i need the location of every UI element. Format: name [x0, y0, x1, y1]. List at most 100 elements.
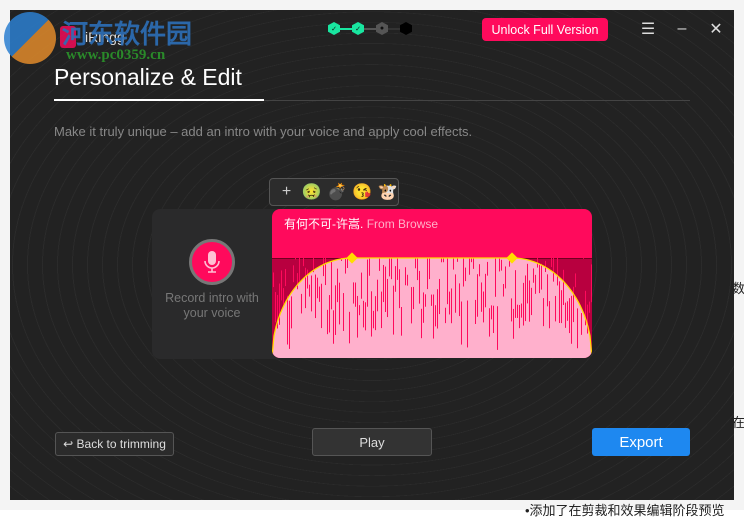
waveform-bar	[425, 294, 426, 307]
waveform-bar	[283, 288, 284, 305]
waveform-bar	[499, 231, 500, 272]
waveform-bar	[517, 304, 518, 318]
waveform-bar	[513, 308, 514, 339]
effect-nauseated-face-icon[interactable]: 🤢	[301, 182, 322, 202]
add-effect-button[interactable]: +	[276, 183, 297, 201]
waveform-bar	[559, 281, 560, 323]
waveform-bar	[399, 269, 400, 309]
waveform-bar	[287, 295, 288, 345]
export-button[interactable]: Export	[592, 428, 690, 456]
waveform-bar	[491, 305, 492, 320]
waveform-bar	[353, 282, 354, 304]
waveform-bar	[511, 298, 512, 322]
waveform-bar	[387, 278, 388, 318]
step-done-icon: ✓	[352, 22, 364, 35]
waveform-bar	[501, 259, 502, 271]
waveform-bar	[299, 256, 300, 281]
waveform-bar	[583, 247, 584, 259]
waveform-bar	[325, 252, 326, 286]
waveform-bar	[553, 234, 554, 282]
divider	[264, 100, 690, 101]
close-icon[interactable]: ✕	[706, 19, 726, 39]
waveform-bar	[355, 282, 356, 307]
waveform-bar	[357, 295, 358, 338]
waveform-bar	[431, 294, 432, 306]
waveform-bar	[315, 274, 316, 319]
unlock-full-version-button[interactable]: Unlock Full Version	[482, 18, 608, 41]
waveform-bar	[519, 304, 520, 329]
waveform-bar	[445, 307, 446, 324]
waveform-bar	[329, 295, 330, 333]
minimize-icon[interactable]: –	[672, 19, 692, 39]
waveform-bar	[349, 311, 350, 344]
waveform-bar	[313, 244, 314, 273]
waveform-bar	[309, 284, 310, 297]
waveform-bar	[477, 274, 478, 317]
record-intro-panel[interactable]: Record intro with your voice	[152, 209, 282, 359]
effect-bomb-icon[interactable]: 💣	[326, 182, 347, 202]
waveform-bar	[345, 254, 346, 274]
waveform-bar	[293, 265, 294, 283]
waveform-bar	[485, 273, 486, 308]
waveform-bar	[439, 278, 440, 315]
waveform-bar	[397, 249, 398, 280]
waveform-bar	[529, 280, 530, 322]
effect-cow-face-icon[interactable]: 🐮	[377, 182, 398, 202]
waveform-bar	[487, 261, 488, 276]
app-window: iRingg ✓ ✓ ● Unlock Full Version ☰ – ✕ P…	[10, 10, 734, 500]
waveform-bar	[343, 293, 344, 331]
waveform-bar	[557, 240, 558, 286]
waveform-bar	[533, 268, 534, 283]
waveform-bar	[291, 296, 292, 329]
waveform-bar	[275, 292, 276, 323]
waveform-bar	[363, 300, 364, 328]
waveform-bar	[453, 248, 454, 270]
record-intro-label: Record intro with your voice	[165, 291, 259, 320]
page-title: Personalize & Edit	[54, 64, 242, 90]
waveform-bar	[305, 267, 306, 309]
waveform-bar	[591, 264, 592, 303]
waveform-bar	[385, 266, 386, 313]
watermark-logo	[4, 12, 56, 64]
audio-track[interactable]: 有何不可-许嵩. From Browse	[272, 209, 592, 358]
effect-kissing-face-icon[interactable]: 😘	[352, 182, 373, 202]
waveform-bar	[307, 269, 308, 289]
progress-steps: ✓ ✓ ●	[328, 22, 412, 35]
waveform-bar	[523, 282, 524, 326]
waveform-bar	[567, 301, 568, 321]
waveform-bar	[421, 308, 422, 339]
step-pending-icon	[400, 22, 412, 35]
waveform-bar	[461, 301, 462, 345]
back-to-trimming-button[interactable]: ↩ Back to trimming	[55, 432, 174, 456]
waveform-bar	[525, 275, 526, 322]
waveform-bar	[549, 301, 550, 329]
waveform-bar	[569, 298, 570, 334]
waveform-bar	[367, 259, 368, 307]
waveform-bar	[289, 300, 290, 349]
step-current-icon: ●	[376, 22, 388, 35]
waveform-bar	[561, 290, 562, 324]
waveform-bar	[331, 261, 332, 310]
hamburger-icon[interactable]: ☰	[638, 19, 658, 39]
waveform-bar	[401, 306, 402, 336]
waveform-bar	[437, 289, 438, 329]
step-done-icon: ✓	[328, 22, 340, 35]
waveform-bar	[285, 269, 286, 287]
track-title: 有何不可-许嵩. From Browse	[284, 217, 439, 231]
waveform-bar	[415, 242, 416, 269]
waveform-bar	[377, 279, 378, 312]
waveform-bar	[323, 231, 324, 277]
play-button[interactable]: Play	[312, 428, 432, 456]
record-button[interactable]	[189, 239, 235, 285]
waveform-bar	[489, 308, 490, 337]
waveform-bar	[547, 274, 548, 307]
waveform-bar	[335, 285, 336, 335]
waveform-bar	[587, 304, 588, 334]
waveform-bar	[339, 282, 340, 325]
waveform-bar	[433, 294, 434, 339]
waveform-bar	[565, 302, 566, 328]
waveform-bar	[417, 256, 418, 281]
waveform-bar	[393, 285, 394, 335]
waveform-bar	[527, 263, 528, 304]
waveform-bar	[449, 291, 450, 315]
